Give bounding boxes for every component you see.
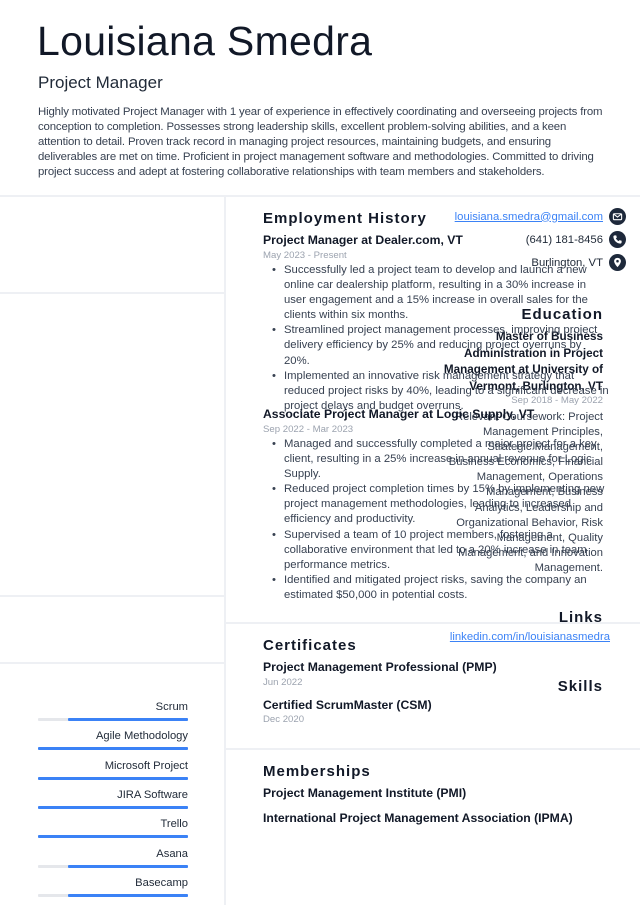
skill-level-bar xyxy=(38,776,188,780)
skill-item: JIRA Software xyxy=(38,788,188,809)
skill-level-fill xyxy=(38,776,188,780)
contact-phone: (641) 181-8456 xyxy=(526,231,626,248)
certificates-divider xyxy=(226,748,640,750)
job-bullet: Identified and mitigated project risks, … xyxy=(272,573,609,603)
skill-level-fill xyxy=(68,864,188,868)
column-divider xyxy=(224,197,226,905)
linkedin-link[interactable]: linkedin.com/in/louisianasmedra xyxy=(450,631,610,643)
skill-level-fill xyxy=(38,805,188,809)
skill-name: Microsoft Project xyxy=(104,759,188,772)
skill-level-fill xyxy=(38,747,188,751)
skill-name: JIRA Software xyxy=(117,788,188,801)
skill-level-fill xyxy=(38,835,188,839)
skill-level-bar xyxy=(38,835,188,839)
skill-level-fill xyxy=(68,718,188,721)
links-heading: Links xyxy=(558,609,603,626)
skill-name: Trello xyxy=(160,818,188,831)
skill-item: Basecamp xyxy=(38,876,188,897)
skill-level-bar xyxy=(38,864,188,868)
certificates-heading: Certificates xyxy=(263,637,357,654)
job-bullet: Successfully led a project team to devel… xyxy=(272,263,609,323)
contact-email[interactable]: louisiana.smedra@gmail.com xyxy=(455,208,626,225)
email-link[interactable]: louisiana.smedra@gmail.com xyxy=(455,209,603,225)
membership-item: International Project Management Associa… xyxy=(263,811,573,825)
membership-item: Project Management Institute (PMI) xyxy=(263,786,467,800)
candidate-name: Louisiana Smedra xyxy=(37,18,373,64)
skill-level-bar xyxy=(38,718,188,721)
links-divider xyxy=(0,662,224,664)
phone-icon xyxy=(609,231,626,248)
skill-item: Agile Methodology xyxy=(38,729,188,751)
certificate-name: Certified ScrumMaster (CSM) xyxy=(263,698,432,712)
certificate-date: Dec 2020 xyxy=(263,714,305,725)
map-pin-icon xyxy=(609,254,626,271)
skill-name: Agile Methodology xyxy=(95,730,188,743)
employment-heading: Employment History xyxy=(263,210,427,227)
skill-level-bar xyxy=(38,747,188,751)
envelope-icon xyxy=(609,208,626,225)
certificate-name: Project Management Professional (PMP) xyxy=(263,660,497,674)
job-bullet: Streamlined project management processes… xyxy=(272,323,609,368)
header-divider xyxy=(0,195,640,197)
skill-level-bar xyxy=(38,893,188,897)
certificate-date: Jun 2022 xyxy=(263,677,303,688)
job-bullets-1: Successfully led a project team to devel… xyxy=(272,263,609,414)
skills-heading: Skills xyxy=(557,678,603,695)
education-divider xyxy=(0,595,224,597)
contact-divider xyxy=(0,292,224,294)
job-bullets-2: Managed and successfully completed a maj… xyxy=(272,437,609,603)
skill-name: Scrum xyxy=(155,701,188,713)
job-title: Project Manager xyxy=(38,73,163,92)
job-dates-2: Sep 2022 - Mar 2023 xyxy=(263,424,354,435)
skill-level-bar xyxy=(38,805,188,809)
job-bullet: Managed and successfully completed a maj… xyxy=(272,437,609,482)
job-dates-1: May 2023 - Present xyxy=(263,250,347,261)
skill-item: Trello xyxy=(38,817,188,839)
memberships-heading: Memberships xyxy=(263,763,371,780)
job-title-1: Project Manager at Dealer.com, VT xyxy=(263,233,463,247)
job-bullet: Supervised a team of 10 project members,… xyxy=(272,528,609,573)
skill-item: Microsoft Project xyxy=(38,759,188,780)
skill-name: Asana xyxy=(156,847,188,860)
phone-number: (641) 181-8456 xyxy=(525,233,603,246)
job-bullet: Reduced project completion times by 15% … xyxy=(272,482,609,527)
skill-item: Asana xyxy=(38,847,188,868)
job-title-2: Associate Project Manager at Logic Suppl… xyxy=(263,407,535,421)
profile-summary: Highly motivated Project Manager with 1 … xyxy=(38,106,603,179)
skill-name: Basecamp xyxy=(135,876,188,889)
skill-level-fill xyxy=(68,893,188,897)
skill-item: Scrum xyxy=(38,700,188,721)
resume-header: Louisiana Smedra Project Manager Highly … xyxy=(0,0,640,196)
